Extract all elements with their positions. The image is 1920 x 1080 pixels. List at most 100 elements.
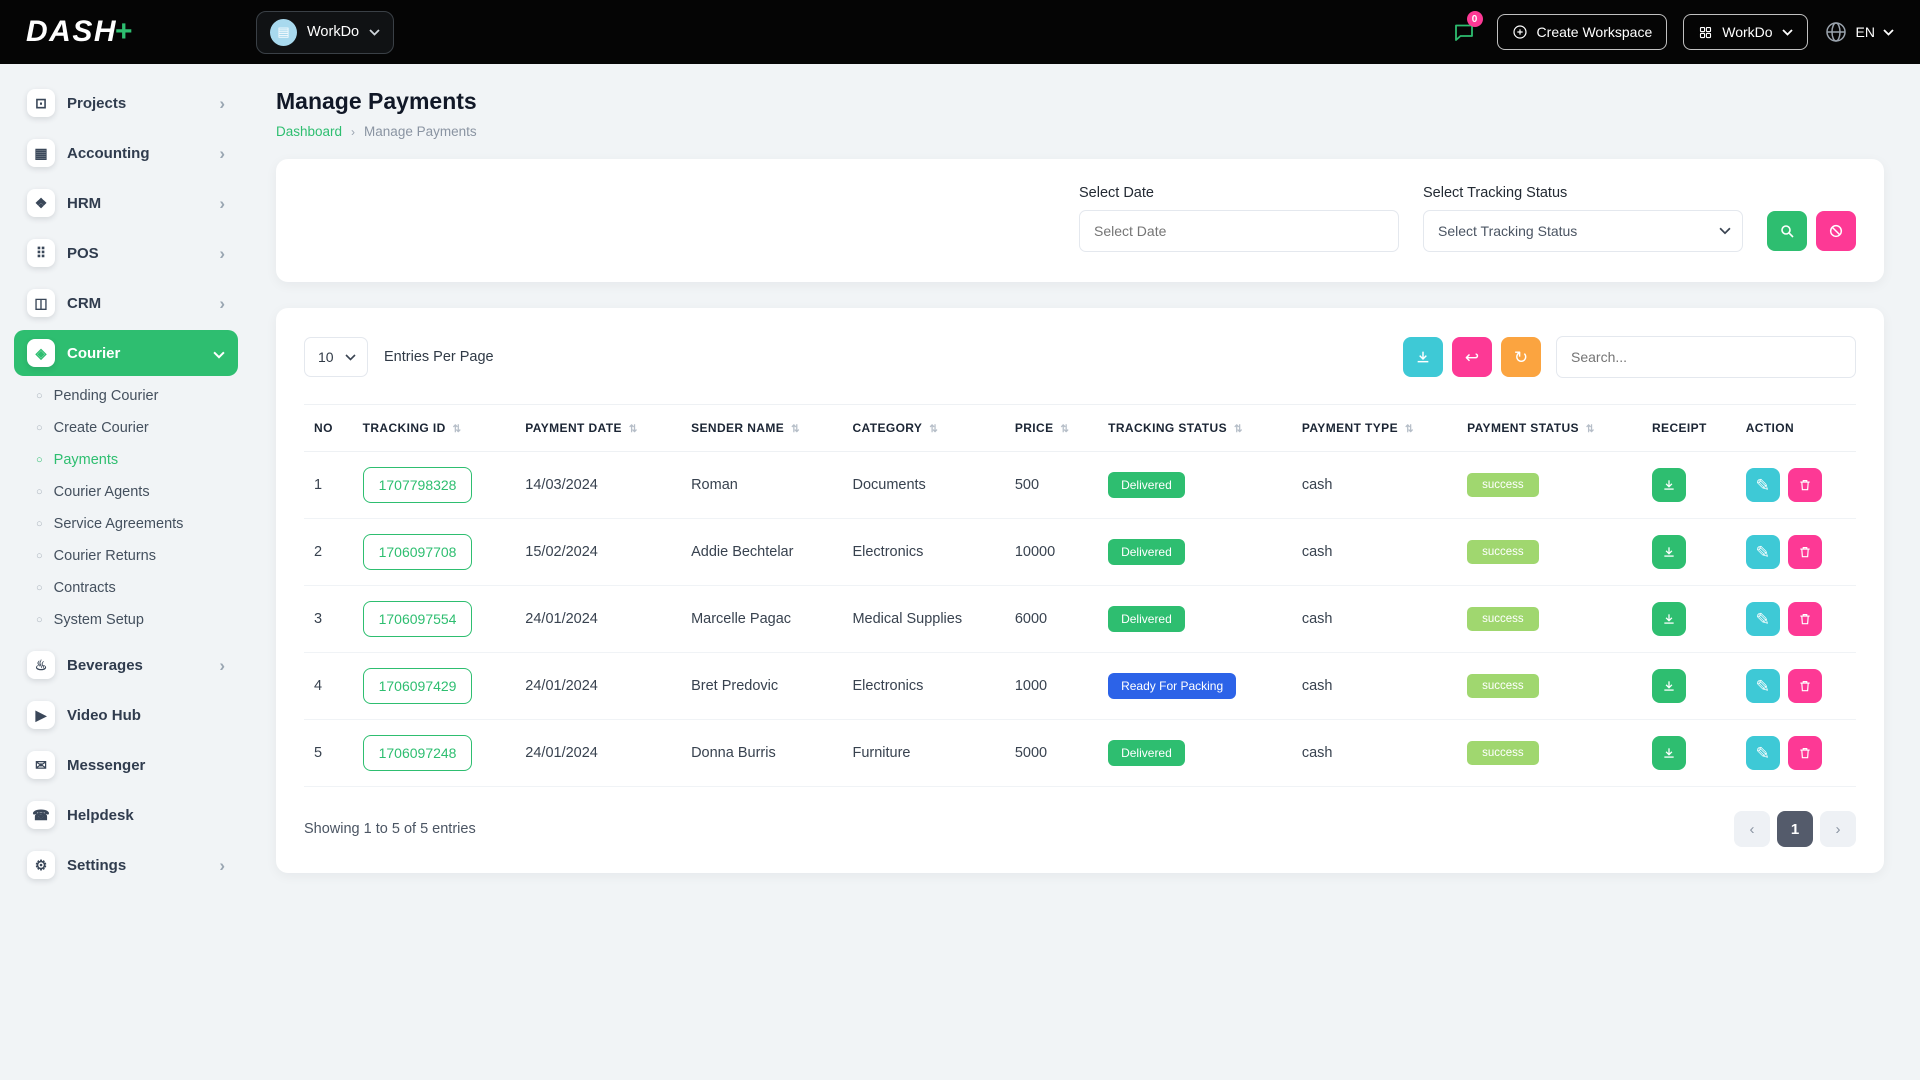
delete-button[interactable]: [1788, 736, 1822, 770]
courier-icon: ◈: [27, 339, 55, 367]
undo-button[interactable]: ↩: [1452, 337, 1492, 377]
delete-button[interactable]: [1788, 535, 1822, 569]
table-footer: Showing 1 to 5 of 5 entries ‹ 1 ›: [304, 811, 1856, 847]
sidebar-item-video-hub[interactable]: ▶ Video Hub: [14, 692, 238, 738]
table-row: 1 1707798328 14/03/2024 Roman Documents …: [304, 452, 1856, 519]
column-header-payment-date[interactable]: PAYMENT DATE⇅: [515, 405, 681, 452]
sidebar-item-courier[interactable]: ◈ Courier: [14, 330, 238, 376]
search-input[interactable]: [1556, 336, 1856, 378]
sidebar-item-contracts[interactable]: ○ Contracts: [14, 572, 238, 604]
workspace-selector[interactable]: ▤ WorkDo: [256, 11, 394, 54]
sidebar-item-payments[interactable]: ○ Payments: [14, 444, 238, 476]
chevron-down-icon: [1782, 29, 1793, 36]
sidebar-item-system-setup[interactable]: ○ System Setup: [14, 604, 238, 636]
download-icon: [1662, 545, 1676, 559]
globe-icon: [1824, 20, 1848, 44]
sort-icon[interactable]: ⇅: [1234, 424, 1243, 435]
tracking-status-select[interactable]: Select Tracking Status: [1423, 210, 1743, 252]
payment-status-badge: success: [1467, 607, 1539, 631]
receipt-download-button[interactable]: [1652, 736, 1686, 770]
refresh-button[interactable]: ↻: [1501, 337, 1541, 377]
column-header-category[interactable]: CATEGORY⇅: [842, 405, 1004, 452]
sidebar-item-hrm[interactable]: ❖ HRM ›: [14, 180, 238, 226]
column-header-payment-status[interactable]: PAYMENT STATUS⇅: [1457, 405, 1642, 452]
sidebar-item-crm[interactable]: ◫ CRM ›: [14, 280, 238, 326]
pagination-page-1[interactable]: 1: [1777, 811, 1813, 847]
pos-icon: ⠿: [27, 239, 55, 267]
tracking-id-chip[interactable]: 1707798328: [363, 467, 473, 503]
table-row: 2 1706097708 15/02/2024 Addie Bechtelar …: [304, 519, 1856, 586]
sort-icon[interactable]: ⇅: [453, 424, 462, 435]
pencil-icon: ✎: [1756, 745, 1770, 762]
sidebar-item-accounting[interactable]: ▦ Accounting ›: [14, 130, 238, 176]
column-header-tracking-status[interactable]: TRACKING STATUS⇅: [1098, 405, 1292, 452]
pagination: ‹ 1 ›: [1734, 811, 1856, 847]
tracking-status-badge: Ready For Packing: [1108, 673, 1236, 699]
breadcrumb-dashboard-link[interactable]: Dashboard: [276, 124, 342, 139]
payment-status-badge: success: [1467, 674, 1539, 698]
date-filter-input[interactable]: [1079, 210, 1399, 252]
cell-price: 6000: [1005, 586, 1098, 653]
edit-button[interactable]: ✎: [1746, 535, 1780, 569]
tracking-id-chip[interactable]: 1706097248: [363, 735, 473, 771]
pagination-prev-button[interactable]: ‹: [1734, 811, 1770, 847]
entries-per-page-select[interactable]: 10: [304, 337, 368, 377]
language-selector[interactable]: EN: [1824, 20, 1894, 44]
accounting-icon: ▦: [27, 139, 55, 167]
column-header-price[interactable]: PRICE⇅: [1005, 405, 1098, 452]
edit-button[interactable]: ✎: [1746, 669, 1780, 703]
column-header-receipt: RECEIPT: [1642, 405, 1736, 452]
refresh-icon: ↻: [1514, 349, 1528, 366]
apply-filter-button[interactable]: [1767, 211, 1807, 251]
column-header-tracking-id[interactable]: TRACKING ID⇅: [353, 405, 516, 452]
receipt-download-button[interactable]: [1652, 669, 1686, 703]
sort-icon[interactable]: ⇅: [1061, 424, 1070, 435]
tracking-status-badge: Delivered: [1108, 539, 1185, 565]
create-workspace-button[interactable]: Create Workspace: [1497, 14, 1668, 50]
sort-icon[interactable]: ⇅: [1405, 424, 1414, 435]
delete-button[interactable]: [1788, 602, 1822, 636]
sidebar-item-service-agreements[interactable]: ○ Service Agreements: [14, 508, 238, 540]
sort-icon[interactable]: ⇅: [629, 424, 638, 435]
edit-button[interactable]: ✎: [1746, 736, 1780, 770]
receipt-download-button[interactable]: [1652, 602, 1686, 636]
sidebar-item-courier-returns[interactable]: ○ Courier Returns: [14, 540, 238, 572]
column-header-sender-name[interactable]: SENDER NAME⇅: [681, 405, 842, 452]
receipt-download-button[interactable]: [1652, 468, 1686, 502]
sidebar-item-helpdesk[interactable]: ☎ Helpdesk: [14, 792, 238, 838]
delete-button[interactable]: [1788, 669, 1822, 703]
export-button[interactable]: [1403, 337, 1443, 377]
tracking-id-chip[interactable]: 1706097554: [363, 601, 473, 637]
sidebar-item-projects[interactable]: ⊡ Projects ›: [14, 80, 238, 126]
sidebar-item-courier-agents[interactable]: ○ Courier Agents: [14, 476, 238, 508]
delete-button[interactable]: [1788, 468, 1822, 502]
sort-icon[interactable]: ⇅: [791, 424, 800, 435]
page-title: Manage Payments: [276, 88, 1884, 115]
messages-button[interactable]: 0: [1447, 15, 1481, 49]
column-header-payment-type[interactable]: PAYMENT TYPE⇅: [1292, 405, 1457, 452]
sort-icon[interactable]: ⇅: [929, 424, 938, 435]
tracking-id-chip[interactable]: 1706097708: [363, 534, 473, 570]
edit-button[interactable]: ✎: [1746, 468, 1780, 502]
sidebar-item-settings[interactable]: ⚙ Settings ›: [14, 842, 238, 888]
topbar-actions: 0 Create Workspace WorkDo EN: [1447, 14, 1894, 50]
sidebar-item-create-courier[interactable]: ○ Create Courier: [14, 412, 238, 444]
sidebar-item-messenger[interactable]: ✉ Messenger: [14, 742, 238, 788]
sidebar-item-beverages[interactable]: ♨ Beverages ›: [14, 642, 238, 688]
edit-button[interactable]: ✎: [1746, 602, 1780, 636]
pagination-next-button[interactable]: ›: [1820, 811, 1856, 847]
search-icon: [1779, 223, 1795, 239]
sidebar-item-pending-courier[interactable]: ○ Pending Courier: [14, 380, 238, 412]
bullet-icon: ○: [36, 583, 43, 594]
reset-filter-button[interactable]: [1816, 211, 1856, 251]
cell-category: Furniture: [842, 720, 1004, 787]
sidebar-item-pos[interactable]: ⠿ POS ›: [14, 230, 238, 276]
app-logo[interactable]: DASH +: [26, 15, 238, 49]
cell-payment-type: cash: [1292, 586, 1457, 653]
tracking-id-chip[interactable]: 1706097429: [363, 668, 473, 704]
cell-sender-name: Bret Predovic: [681, 653, 842, 720]
workspace-dropdown-button[interactable]: WorkDo: [1683, 14, 1807, 50]
receipt-download-button[interactable]: [1652, 535, 1686, 569]
cell-no: 4: [304, 653, 353, 720]
sort-icon[interactable]: ⇅: [1586, 424, 1595, 435]
